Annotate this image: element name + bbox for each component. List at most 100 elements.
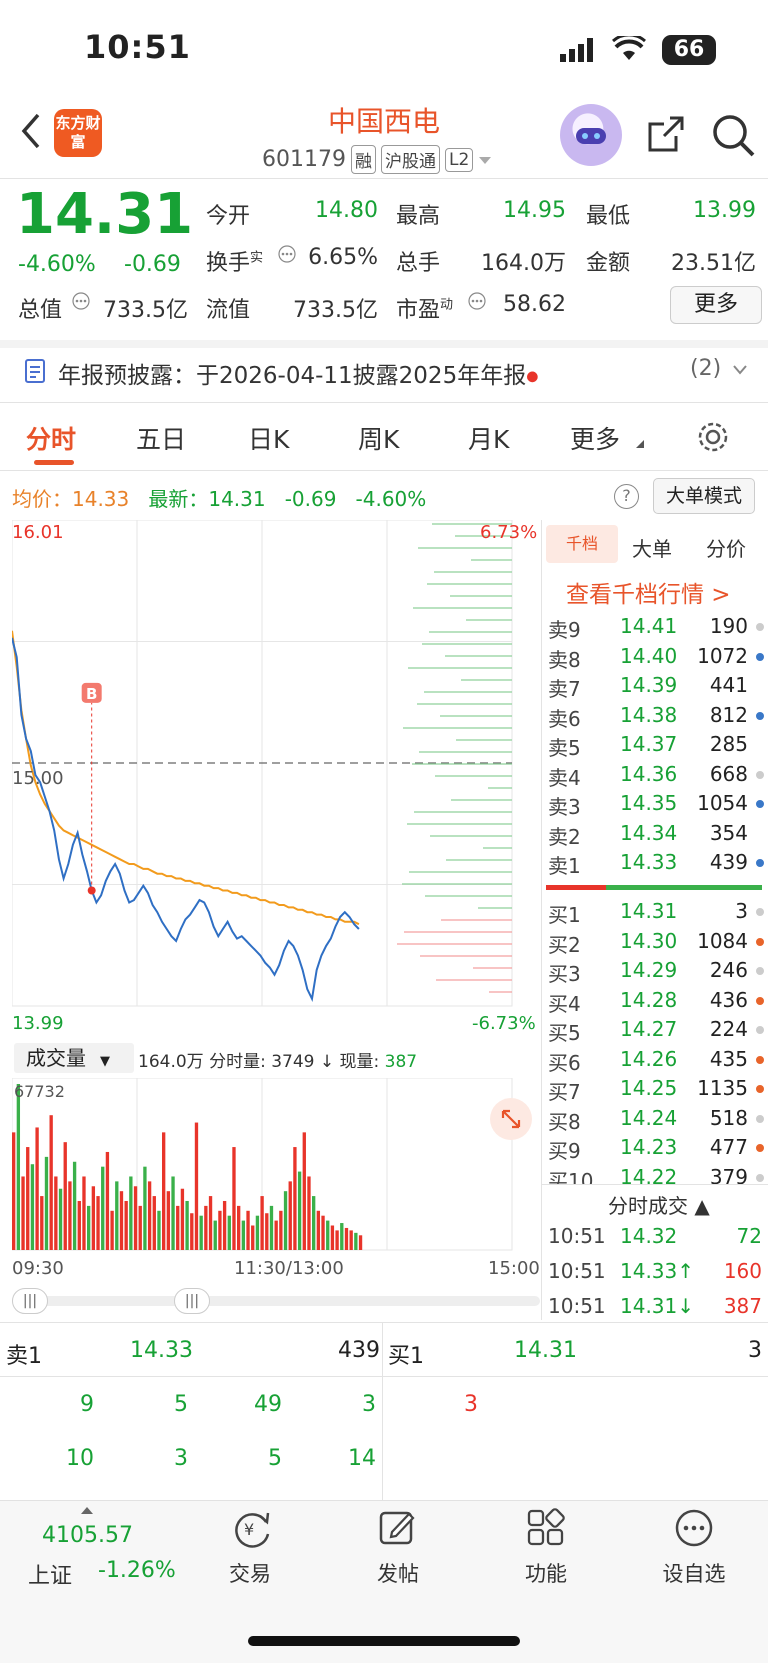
nav-functions[interactable]: 功能 — [496, 1558, 596, 1588]
volume-bar — [269, 1205, 274, 1250]
svg-text:¥: ¥ — [244, 1520, 254, 1539]
tick-volume: 160 — [723, 1259, 762, 1283]
info-dots-icon[interactable] — [468, 292, 486, 310]
tab-big-orders[interactable]: 大单 — [632, 533, 672, 562]
ask-price: 14.39 — [620, 673, 678, 697]
quick-ask-volume: 439 — [338, 1338, 380, 1363]
ask-price: 14.38 — [620, 702, 678, 727]
ask-row[interactable]: 卖3 14.35 1054 — [548, 791, 764, 819]
ask-level: 卖4 — [548, 765, 581, 790]
volume-bar — [302, 1132, 306, 1250]
open-value: 14.80 — [315, 198, 378, 223]
range-slider-left-handle[interactable]: ||| — [12, 1288, 48, 1314]
trade-icon[interactable]: ¥ — [230, 1508, 274, 1548]
volume-bar — [166, 1191, 171, 1250]
depth-view-link[interactable]: 查看千档行情 > — [566, 575, 731, 609]
volume-chart[interactable] — [12, 1078, 542, 1253]
post-icon[interactable] — [378, 1508, 418, 1548]
index-value[interactable]: 4105.57 — [42, 1523, 133, 1548]
nav-trade[interactable]: 交易 — [200, 1558, 300, 1588]
nav-post[interactable]: 发帖 — [348, 1558, 448, 1588]
tab-daily-k[interactable]: 日K — [248, 420, 289, 456]
tab-monthly-k[interactable]: 月K — [468, 420, 509, 456]
wifi-icon — [612, 36, 646, 60]
caret-up-icon[interactable] — [80, 1506, 94, 1515]
help-icon[interactable]: ? — [614, 484, 639, 509]
ask-row[interactable]: 卖4 14.36 668 — [548, 762, 764, 790]
volume-bar — [77, 1200, 81, 1250]
mktcap-label: 总值 — [18, 298, 63, 323]
tab-five-day[interactable]: 五日 — [136, 420, 186, 456]
ask-price: 14.33 — [620, 850, 678, 874]
caret-down-icon: ▼ — [100, 1054, 110, 1069]
last-price: 14.31 — [16, 182, 194, 247]
ask-queue-item: 5 — [174, 1392, 188, 1417]
volume-bar — [152, 1196, 156, 1250]
notice-count[interactable]: (2) — [690, 356, 721, 381]
volume-bar — [58, 1188, 63, 1250]
expand-icon[interactable] — [490, 1098, 532, 1140]
volume-bar — [147, 1181, 152, 1250]
ask-row[interactable]: 卖2 14.34 354 — [548, 821, 764, 849]
change-amount: -0.69 — [124, 252, 181, 277]
ask-price: 14.35 — [620, 791, 678, 815]
indicator-select[interactable]: 成交量 ▼ — [14, 1043, 134, 1073]
volume-bar — [115, 1181, 119, 1250]
pct-max-label: 6.73% — [480, 522, 538, 543]
info-dots-icon[interactable] — [72, 292, 90, 310]
bid-level: 买5 — [548, 1021, 581, 1045]
home-indicator — [248, 1636, 520, 1646]
range-slider-track[interactable] — [12, 1296, 540, 1306]
share-icon[interactable] — [646, 114, 686, 154]
bid-row[interactable]: 买1 14.31 3 — [548, 899, 764, 927]
bid-level: 买6 — [548, 1050, 581, 1075]
bid-row[interactable]: 买5 14.27 224 — [548, 1017, 764, 1045]
more-icon[interactable] — [674, 1508, 714, 1548]
gear-icon[interactable] — [696, 420, 730, 454]
bid-row[interactable]: 买2 14.30 1084 — [548, 929, 764, 957]
assistant-avatar[interactable] — [560, 104, 622, 166]
tab-depth[interactable]: 千档 — [546, 525, 618, 563]
tick-time: 10:51 — [548, 1259, 606, 1283]
tab-intraday[interactable]: 分时 — [26, 420, 76, 456]
turnover-label: 换手实 — [206, 245, 263, 277]
bid-row[interactable]: 买3 14.29 246 — [548, 958, 764, 986]
search-icon[interactable] — [712, 114, 756, 158]
ask-row[interactable]: 卖7 14.39 441 — [548, 673, 764, 701]
info-dots-icon[interactable] — [278, 245, 296, 263]
signal-icon — [560, 38, 593, 62]
tab-more[interactable]: 更多 — [570, 420, 620, 456]
buy-marker-label: B — [86, 685, 97, 703]
ask-row[interactable]: 卖1 14.33 439 — [548, 850, 764, 878]
bid-row[interactable]: 买9 14.23 477 — [548, 1135, 764, 1163]
tick-trades-title[interactable]: 分时成交 ▲ — [608, 1190, 710, 1219]
order-flag-dot — [756, 1055, 764, 1064]
bid-row[interactable]: 买7 14.25 1135 — [548, 1076, 764, 1104]
volume-bar — [293, 1147, 297, 1250]
ask-row[interactable]: 卖6 14.38 812 — [548, 702, 764, 731]
volume-bar — [143, 1166, 147, 1250]
tab-price-distribution[interactable]: 分价 — [706, 533, 746, 562]
ask-volume: 812 — [709, 702, 748, 727]
pct-min-label: -6.73% — [472, 1013, 536, 1034]
volume-bar — [246, 1210, 250, 1250]
tab-weekly-k[interactable]: 周K — [358, 420, 399, 456]
more-quote-button[interactable]: 更多 — [670, 286, 762, 324]
nav-add-watchlist[interactable]: 设自选 — [644, 1558, 744, 1588]
ask-row[interactable]: 卖8 14.40 1072 — [548, 644, 764, 672]
volume-bar — [87, 1205, 91, 1250]
bid-volume: 3 — [735, 899, 748, 923]
bid-row[interactable]: 买8 14.24 518 — [548, 1106, 764, 1134]
bid-row[interactable]: 买6 14.26 435 — [548, 1047, 764, 1075]
caret-down-icon[interactable] — [478, 155, 492, 165]
ask-row[interactable]: 卖5 14.37 285 — [548, 732, 764, 760]
chevron-down-icon[interactable] — [732, 364, 748, 376]
volume-bar — [68, 1181, 72, 1250]
range-slider-right-handle[interactable]: ||| — [174, 1288, 210, 1314]
ask-row[interactable]: 卖9 14.41 190 — [548, 614, 764, 642]
functions-icon[interactable] — [526, 1508, 566, 1548]
bid-row[interactable]: 买4 14.28 436 — [548, 988, 764, 1016]
intraday-price-chart[interactable]: B — [12, 520, 542, 1037]
notice-text[interactable]: 年报预披露：于2026-04-11披露2025年年报● — [58, 356, 538, 390]
big-order-mode-button[interactable]: 大单模式 — [653, 478, 755, 514]
